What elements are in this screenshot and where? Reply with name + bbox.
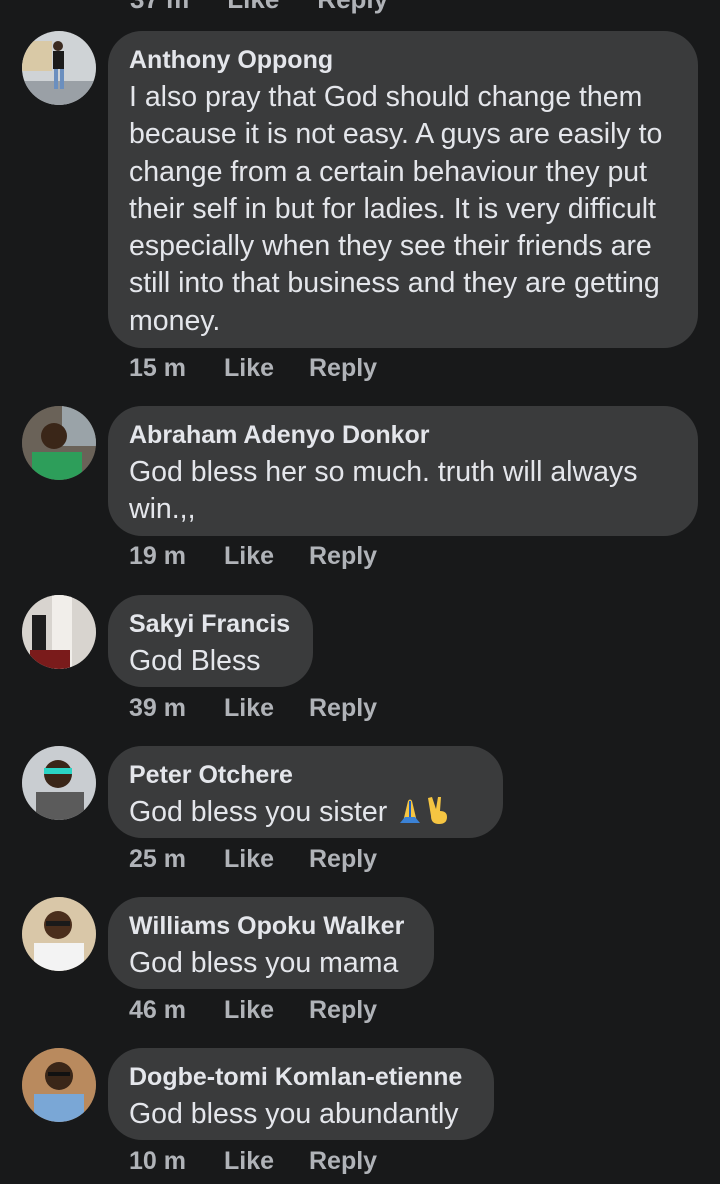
comment-bubble: Abraham Adenyo Donkor God bless her so m… (108, 406, 698, 536)
comment-time[interactable]: 39 m (129, 694, 186, 723)
reply-button[interactable]: Reply (309, 542, 377, 571)
like-button[interactable]: Like (224, 542, 274, 571)
comment-time[interactable]: 10 m (129, 1147, 186, 1176)
comment-time[interactable]: 46 m (129, 996, 186, 1025)
comment-text: God Bless (129, 645, 261, 677)
comment-time[interactable]: 25 m (129, 845, 186, 874)
avatar[interactable] (22, 746, 96, 820)
comment-text: I also pray that God should change them … (129, 81, 663, 337)
reply-button[interactable]: Reply (309, 996, 377, 1025)
reply-button[interactable]: Reply (309, 845, 377, 874)
comment-author[interactable]: Peter Otchere (129, 760, 482, 790)
victory-hand-emoji (425, 795, 453, 835)
comment-text-body: God bless you sister (129, 796, 388, 828)
comment-bubble: Williams Opoku Walker God bless you mama (108, 897, 434, 989)
reply-button[interactable]: Reply (309, 1147, 377, 1176)
comment-bubble: Anthony Oppong I also pray that God shou… (108, 31, 698, 348)
avatar[interactable] (22, 1048, 96, 1122)
like-button[interactable]: Like (224, 996, 274, 1025)
partial-comment-actions: 37 m Like Reply (130, 0, 388, 15)
comment-author[interactable]: Dogbe-tomi Komlan-etienne (129, 1062, 473, 1092)
avatar[interactable] (22, 31, 96, 105)
comment-time[interactable]: 15 m (129, 354, 186, 383)
like-button[interactable]: Like (224, 1147, 274, 1176)
comment-text: God bless her so much. truth will always… (129, 456, 638, 526)
comment-text: God bless you mama (129, 947, 399, 979)
like-button[interactable]: Like (224, 694, 274, 723)
comment-author[interactable]: Sakyi Francis (129, 609, 292, 639)
reply-button[interactable]: Reply (309, 694, 377, 723)
reply-button[interactable]: Reply (317, 0, 388, 15)
avatar[interactable] (22, 897, 96, 971)
comment-author[interactable]: Anthony Oppong (129, 45, 677, 75)
like-button[interactable]: Like (224, 354, 274, 383)
comment-time: 37 m (130, 0, 189, 15)
reply-button[interactable]: Reply (309, 354, 377, 383)
like-button[interactable]: Like (224, 845, 274, 874)
comment-author[interactable]: Williams Opoku Walker (129, 911, 413, 941)
comment-bubble: Peter Otchere God bless you sister (108, 746, 503, 838)
comment-text: God bless you abundantly (129, 1098, 459, 1130)
folded-hands-emoji (395, 795, 425, 835)
like-button[interactable]: Like (227, 0, 279, 15)
avatar[interactable] (22, 406, 96, 480)
comment-bubble: Dogbe-tomi Komlan-etienne God bless you … (108, 1048, 494, 1140)
comment-time[interactable]: 19 m (129, 542, 186, 571)
avatar[interactable] (22, 595, 96, 669)
comment-author[interactable]: Abraham Adenyo Donkor (129, 420, 677, 450)
comment-bubble: Sakyi Francis God Bless (108, 595, 313, 687)
comment-text: God bless you sister (129, 794, 482, 835)
